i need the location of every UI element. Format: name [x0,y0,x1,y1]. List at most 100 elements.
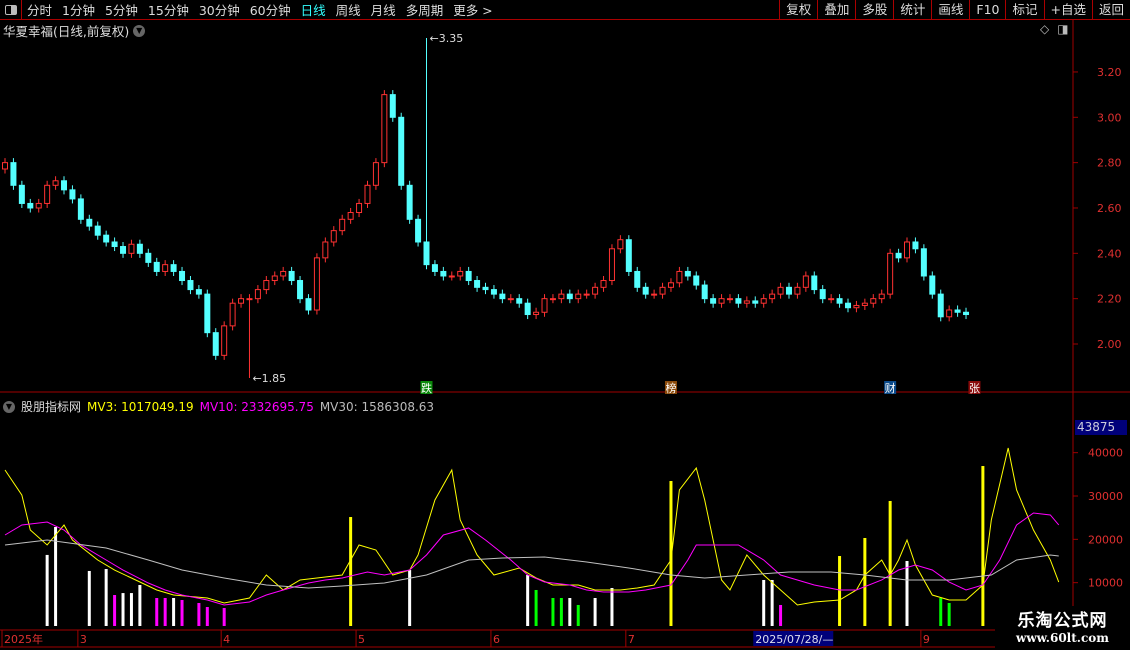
candle-up [946,309,953,318]
volume-bar [593,598,597,626]
candle-down [69,189,76,200]
volume-bar [770,579,774,626]
candle-down [187,280,194,291]
candle-up [760,298,767,304]
time-label: 5 [358,633,365,646]
candle-down [153,261,160,272]
price-tick-label: 2.60 [1097,202,1122,215]
candle-down [684,270,691,277]
candle-up [128,243,135,254]
candle-up [549,298,556,301]
time-label: 2025/07/28/— [755,633,833,646]
time-label: 7 [628,633,635,646]
candle-down [929,275,936,295]
candle-down [465,270,472,282]
volume-tick-label: 20000 [1088,533,1123,546]
volume-bar [163,598,167,626]
price-tick-label: 2.40 [1097,247,1122,260]
candle-down [120,246,127,254]
chart-canvas[interactable]: 2.00 2.20 2.40 2.60 2.80 3.00 3.20 10000 20000 30… [0,0,1130,650]
candle-up [221,325,228,356]
candle-up [676,270,683,284]
watermark-title: 乐淘公式网 [1017,611,1108,631]
candle-up [364,184,371,204]
high-price-label: ←3.35 [430,32,464,45]
candle-up [533,311,540,316]
mv30-line [4,539,1059,589]
indicator-header: ▼ 股朋指标网 MV3: 1017049.19 MV10: 2332695.75… [3,398,434,415]
candle-down [811,275,818,291]
candle-up [887,252,894,295]
candle-down [145,252,152,263]
candle-up [339,218,346,232]
candle-down [937,293,944,318]
candle-up [356,202,363,214]
candle-up [381,94,388,164]
candle-down [499,293,506,300]
volume-bar [222,608,226,626]
event-marker: 张 [969,382,980,395]
candle-up [313,257,320,311]
candle-down [752,300,759,304]
candle-down [701,284,708,300]
volume-bar [863,537,867,626]
candle-up [878,293,885,300]
candle-down [179,270,186,282]
candle-down [710,298,717,304]
candle-up [667,282,674,288]
candle-up [870,298,877,304]
volume-bar [180,600,184,626]
volume-bar [947,602,951,626]
price-tick-label: 3.00 [1097,111,1122,124]
volume-bar [87,570,91,626]
candle-up [507,298,514,301]
price-tick-label: 2.20 [1097,293,1122,306]
candle-up [904,241,911,259]
watermark-url: www.60lt.com [1016,631,1109,645]
candle-down [524,302,531,316]
price-tick-label: 3.20 [1097,66,1122,79]
candle-up [802,275,809,288]
candle-down [490,289,497,295]
mv3-value: MV3: 1017049.19 [87,399,194,414]
candle-down [920,248,927,277]
candle-up [263,280,270,291]
mv30-value: MV30: 1586308.63 [319,399,435,414]
candle-up [229,302,236,327]
volume-bar [138,585,142,626]
candle-down [836,298,843,304]
candle-up [718,298,725,304]
candle-down [440,270,447,277]
candle-up [246,298,253,301]
low-price-label: ←1.85 [252,372,286,385]
volume-bar [762,579,766,626]
candle-down [195,289,202,295]
volume-tick-label: 10000 [1088,577,1123,590]
volume-bar [551,598,555,626]
candle-down [431,264,438,272]
mv10-line [4,512,1060,606]
candle-down [297,280,304,300]
volume-bar [610,587,614,626]
volume-bar [838,556,842,626]
candle-down [516,298,523,304]
candle-up [651,293,658,296]
candle-up [162,264,169,272]
volume-tick-label: 40000 [1088,447,1123,460]
price-tick-label: 2.00 [1097,338,1122,351]
candle-down [406,184,413,220]
candle-down [111,241,118,248]
candle-down [845,302,851,309]
candle-down [693,275,700,286]
candle-up [2,162,8,170]
volume-bar [197,602,201,626]
chevron-down-icon[interactable]: ▼ [3,400,15,413]
candle-up [608,248,615,282]
candle-down [204,293,211,334]
mv3-line [4,447,1060,606]
volume-bar [888,500,892,626]
candle-down [625,239,632,272]
candle-down [136,243,143,254]
event-marker: 跌 [421,381,432,395]
candle-down [566,293,573,300]
